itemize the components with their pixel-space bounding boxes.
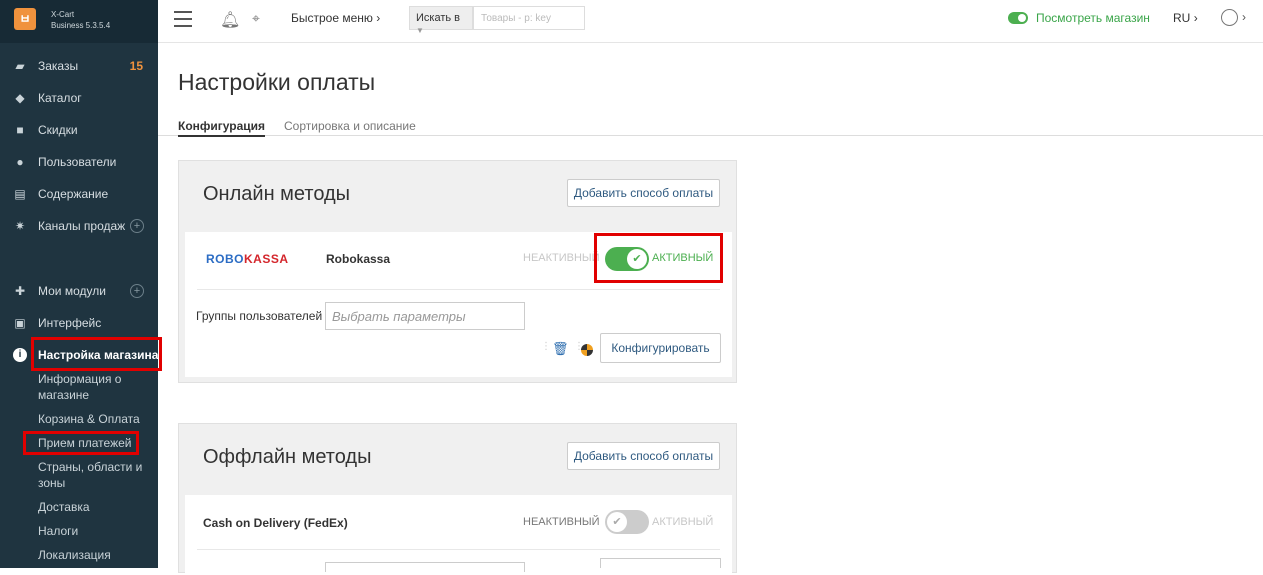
user-groups-select[interactable] [325, 562, 525, 572]
info-icon: i [13, 348, 27, 362]
search-input[interactable]: Товары - p: key [473, 6, 585, 30]
chevron-right-icon[interactable]: › [1242, 10, 1246, 24]
language-label: RU [1173, 11, 1191, 25]
method-name: Robokassa [326, 252, 391, 266]
sidebar: ㅂ X-Cart Business 5.3.5.4 ▰ Заказы 15 ◆ … [0, 0, 158, 568]
view-store-link[interactable]: Посмотреть магазин [1036, 11, 1150, 25]
app-name-line1: X-Cart [51, 10, 75, 19]
highlight-payment-methods [23, 431, 139, 455]
quick-menu-label: Быстрое меню [291, 11, 373, 25]
user-avatar-icon[interactable] [1221, 9, 1238, 26]
offline-methods-panel: Оффлайн методы Добавить способ оплаты Ca… [178, 423, 737, 575]
sidebar-item-label: Каналы продаж [38, 219, 126, 233]
highlight-active-toggle [594, 233, 723, 283]
tab-configuration[interactable]: Конфигурация [178, 119, 266, 137]
submenu-countries-zones[interactable]: Страны, области и зоны [38, 459, 148, 491]
quick-menu[interactable]: Быстрое меню › [291, 11, 380, 25]
sidebar-item-orders[interactable]: ▰ Заказы 15 [0, 54, 158, 78]
sidebar-item-label: Заказы [38, 59, 79, 73]
sidebar-item-label: Каталог [38, 91, 82, 105]
user-groups-label: Группы пользователей [196, 309, 323, 323]
language-switcher[interactable]: RU › [1173, 11, 1198, 25]
sidebar-item-discounts[interactable]: ■ Скидки [0, 118, 158, 142]
gift-icon: ■ [16, 123, 24, 137]
configure-button[interactable]: Конфигурировать [600, 333, 721, 363]
users-icon: ● [16, 155, 24, 169]
inactive-label: НЕАКТИВНЫЙ [523, 252, 600, 264]
sales-channels-icon: ✷ [14, 219, 26, 233]
caret-down-icon: ▼ [416, 26, 424, 35]
offline-methods-title: Оффлайн методы [203, 446, 372, 468]
configure-button[interactable] [600, 558, 721, 568]
robokassa-settings-icon[interactable] [581, 344, 593, 356]
cod-active-toggle[interactable]: ✔ [605, 510, 649, 534]
trash-icon[interactable]: 🗑︎ [552, 341, 569, 357]
expand-plus-icon[interactable]: + [130, 284, 144, 298]
submenu-localization[interactable]: Локализация [38, 547, 148, 563]
sidebar-item-interface[interactable]: ▣ Интерфейс [0, 311, 158, 335]
top-bar: 🔔︎ ⌖ Быстрое меню › Искать в ▼ Товары - … [158, 0, 1263, 43]
hamburger-menu-icon[interactable] [174, 11, 192, 27]
tab-bar: Конфигурация Сортировка и описание [158, 117, 1263, 137]
app-version: Business 5.3.5.4 [51, 21, 111, 30]
submenu-taxes[interactable]: Налоги [38, 523, 148, 539]
sidebar-item-label: Пользователи [38, 155, 117, 169]
divider [197, 289, 720, 290]
sidebar-item-label: Содержание [38, 187, 109, 201]
sidebar-item-users[interactable]: ● Пользователи [0, 150, 158, 174]
orders-count-badge: 15 [129, 59, 143, 73]
puzzle-icon: ✚ [14, 284, 26, 298]
sidebar-item-my-modules[interactable]: ✚ Мои модули + [0, 279, 158, 303]
map-marker-icon[interactable]: ⌖ [252, 10, 260, 27]
user-groups-select[interactable]: Выбрать параметры [325, 302, 525, 330]
bell-icon[interactable]: 🔔︎ [220, 10, 240, 30]
sidebar-item-label: Скидки [38, 123, 78, 137]
chevron-right-icon: › [376, 11, 381, 25]
dots-separator: ⋮ [541, 341, 551, 352]
search-scope-select[interactable]: Искать в ▼ [409, 6, 473, 35]
search-scope-label: Искать в [416, 12, 461, 24]
robokassa-logo-part2: KASSA [244, 252, 289, 266]
sidebar-item-content[interactable]: ▤ Содержание [0, 182, 158, 206]
highlight-store-setup [31, 337, 162, 371]
chevron-right-icon: › [1193, 11, 1198, 25]
cod-method-card: Cash on Delivery (FedEx) НЕАКТИВНЫЙ ✔ АК… [185, 495, 732, 575]
method-name: Cash on Delivery (FedEx) [203, 516, 348, 530]
expand-plus-icon[interactable]: + [130, 219, 144, 233]
logo-area[interactable]: ㅂ X-Cart Business 5.3.5.4 [0, 0, 158, 43]
page-title: Настройки оплаты [178, 69, 376, 95]
content-icon: ▤ [14, 187, 26, 201]
app-name: X-Cart Business 5.3.5.4 [51, 9, 110, 31]
submenu-shipping[interactable]: Доставка [38, 499, 148, 515]
view-store-toggle[interactable] [1008, 12, 1028, 24]
sidebar-item-sales-channels[interactable]: ✷ Каналы продаж + [0, 214, 158, 238]
add-offline-payment-button[interactable]: Добавить способ оплаты [567, 442, 720, 470]
sidebar-item-label: Интерфейс [38, 316, 102, 330]
inactive-label: НЕАКТИВНЫЙ [523, 516, 600, 528]
divider [197, 549, 720, 550]
active-label: АКТИВНЫЙ [652, 516, 714, 528]
orders-icon: ▰ [15, 59, 25, 73]
add-online-payment-button[interactable]: Добавить способ оплаты [567, 179, 720, 207]
robokassa-logo: ROBOKASSA [206, 252, 289, 266]
submenu-store-info[interactable]: Информация о магазине [38, 371, 148, 403]
tab-sorting-description[interactable]: Сортировка и описание [284, 119, 416, 133]
sidebar-item-catalog[interactable]: ◆ Каталог [0, 86, 158, 110]
robokassa-logo-part1: ROBO [206, 252, 244, 266]
tag-icon: ◆ [15, 91, 25, 105]
xcart-logo-icon: ㅂ [14, 8, 36, 30]
online-methods-title: Онлайн методы [203, 183, 351, 205]
sidebar-item-label: Мои модули [38, 284, 106, 298]
submenu-cart-payment[interactable]: Корзина & Оплата [38, 411, 148, 427]
check-icon: ✔ [607, 512, 627, 532]
image-icon: ▣ [14, 316, 26, 330]
